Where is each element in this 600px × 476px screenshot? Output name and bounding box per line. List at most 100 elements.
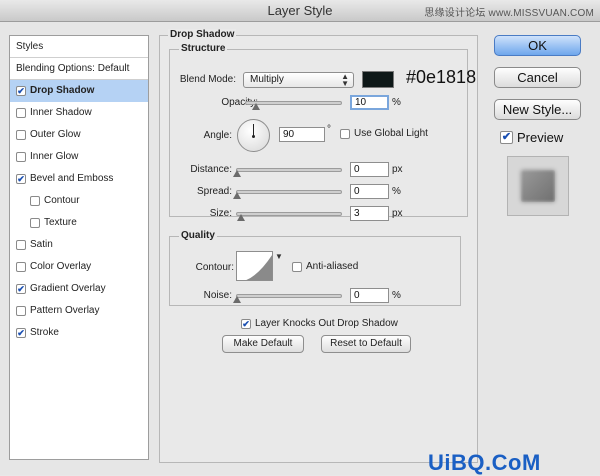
- style-items: Drop Shadow Inner Shadow Outer Glow Inner G…: [10, 80, 148, 344]
- watermark-bottom: UiBQ.CoM: [428, 450, 541, 475]
- style-item-gradient-overlay[interactable]: Gradient Overlay: [10, 278, 148, 300]
- color-hex-annotation: #0e1818: [406, 67, 477, 87]
- style-item-bevel-and-emboss[interactable]: Bevel and Emboss: [10, 168, 148, 190]
- contour-label: Contour:: [195, 262, 234, 273]
- spread-label: Spread:: [196, 186, 232, 197]
- use-global-light-box[interactable]: [340, 128, 350, 139]
- distance-slider-knob[interactable]: [233, 170, 241, 177]
- style-item-checkbox[interactable]: [16, 262, 26, 272]
- anti-aliased-box[interactable]: [292, 261, 302, 272]
- style-preview-thumbnail: [507, 156, 569, 216]
- spread-input[interactable]: 0: [350, 184, 389, 199]
- spread-slider[interactable]: [233, 190, 342, 199]
- noise-input[interactable]: 0: [350, 288, 389, 303]
- style-item-label: Texture: [44, 217, 77, 228]
- reset-to-default-button[interactable]: Reset to Default: [321, 335, 411, 353]
- style-item-label: Contour: [44, 195, 80, 206]
- noise-slider[interactable]: [233, 294, 342, 303]
- opacity-slider-knob[interactable]: [251, 103, 260, 110]
- blend-mode-select[interactable]: Multiply ▲ ▼: [243, 72, 354, 88]
- distance-slider[interactable]: [233, 168, 342, 177]
- knocks-out-box[interactable]: [241, 318, 251, 329]
- style-item-pattern-overlay[interactable]: Pattern Overlay: [10, 300, 148, 322]
- opacity-input[interactable]: 10: [350, 95, 389, 110]
- style-item-drop-shadow[interactable]: Drop Shadow: [10, 80, 148, 102]
- style-item-label: Satin: [30, 239, 53, 250]
- style-item-satin[interactable]: Satin: [10, 234, 148, 256]
- opacity-unit: %: [392, 97, 401, 108]
- dialog-body: Styles Blending Options: Default Drop Sh…: [0, 22, 600, 475]
- opacity-slider[interactable]: [245, 101, 342, 110]
- anti-aliased-label: Anti-aliased: [306, 261, 359, 272]
- make-default-button[interactable]: Make Default: [222, 335, 304, 353]
- style-item-texture[interactable]: Texture: [10, 212, 148, 234]
- angle-input[interactable]: 90: [279, 127, 325, 142]
- preview-box[interactable]: [500, 131, 513, 144]
- style-item-color-overlay[interactable]: Color Overlay: [10, 256, 148, 278]
- window-title: Layer Style: [267, 3, 333, 18]
- use-global-light-checkbox[interactable]: Use Global Light: [340, 128, 428, 139]
- contour-dropdown-arrow-icon[interactable]: ▼: [275, 252, 283, 261]
- style-item-checkbox[interactable]: [16, 328, 26, 338]
- styles-header[interactable]: Styles: [10, 36, 148, 58]
- ok-button[interactable]: OK: [494, 35, 581, 56]
- preview-label: Preview: [517, 130, 564, 145]
- anti-aliased-checkbox[interactable]: Anti-aliased: [292, 261, 358, 272]
- size-input[interactable]: 3: [350, 206, 389, 221]
- style-item-checkbox[interactable]: [16, 130, 26, 140]
- knocks-out-checkbox[interactable]: Layer Knocks Out Drop Shadow: [241, 318, 398, 329]
- quality-group: Quality Contour: ▼ Anti-aliased Noise: 0…: [169, 230, 461, 306]
- blend-mode-value: Multiply: [250, 74, 284, 85]
- angle-dial[interactable]: [237, 119, 270, 152]
- spread-unit: %: [392, 186, 401, 197]
- noise-slider-knob[interactable]: [233, 296, 241, 303]
- knocks-out-label: Layer Knocks Out Drop Shadow: [255, 318, 398, 329]
- style-item-checkbox[interactable]: [16, 152, 26, 162]
- select-arrows-icon: ▲ ▼: [341, 72, 349, 88]
- style-item-stroke[interactable]: Stroke: [10, 322, 148, 344]
- angle-dial-center-icon: [252, 135, 255, 138]
- preview-checkbox[interactable]: Preview: [500, 130, 563, 145]
- style-item-label: Gradient Overlay: [30, 283, 106, 294]
- style-item-checkbox[interactable]: [30, 218, 40, 228]
- distance-unit: px: [392, 164, 403, 175]
- noise-unit: %: [392, 290, 401, 301]
- size-slider-knob[interactable]: [237, 214, 245, 221]
- style-item-checkbox[interactable]: [30, 196, 40, 206]
- structure-title: Structure: [179, 43, 228, 54]
- blend-mode-label: Blend Mode:: [179, 74, 236, 85]
- style-item-outer-glow[interactable]: Outer Glow: [10, 124, 148, 146]
- style-item-checkbox[interactable]: [16, 240, 26, 250]
- style-item-label: Outer Glow: [30, 129, 81, 140]
- style-item-checkbox[interactable]: [16, 86, 26, 96]
- style-item-checkbox[interactable]: [16, 108, 26, 118]
- size-label: Size:: [209, 208, 232, 219]
- angle-label: Angle:: [203, 130, 232, 141]
- blending-options-item[interactable]: Blending Options: Default: [10, 58, 148, 80]
- style-item-inner-shadow[interactable]: Inner Shadow: [10, 102, 148, 124]
- style-item-checkbox[interactable]: [16, 284, 26, 294]
- styles-list: Styles Blending Options: Default Drop Sh…: [9, 35, 149, 460]
- style-item-inner-glow[interactable]: Inner Glow: [10, 146, 148, 168]
- use-global-light-label: Use Global Light: [354, 128, 428, 139]
- shadow-color-swatch[interactable]: [362, 71, 394, 88]
- style-item-label: Bevel and Emboss: [30, 173, 114, 184]
- style-item-label: Stroke: [30, 327, 59, 338]
- cancel-button[interactable]: Cancel: [494, 67, 581, 88]
- size-slider[interactable]: [236, 212, 342, 221]
- style-item-checkbox[interactable]: [16, 306, 26, 316]
- structure-group: Structure Blend Mode: Multiply ▲ ▼ #0e181…: [169, 43, 476, 221]
- new-style-button[interactable]: New Style...: [494, 99, 581, 120]
- distance-input[interactable]: 0: [350, 162, 389, 177]
- angle-unit: °: [327, 124, 331, 135]
- distance-label: Distance:: [190, 164, 232, 175]
- quality-title: Quality: [179, 230, 217, 241]
- style-item-checkbox[interactable]: [16, 174, 26, 184]
- drop-shadow-title: Drop Shadow: [168, 29, 237, 40]
- contour-curve-icon: [246, 254, 272, 280]
- style-item-contour[interactable]: Contour: [10, 190, 148, 212]
- preview-swatch: [521, 170, 555, 202]
- style-item-label: Color Overlay: [30, 261, 92, 272]
- contour-thumbnail[interactable]: [236, 251, 273, 281]
- spread-slider-knob[interactable]: [233, 192, 241, 199]
